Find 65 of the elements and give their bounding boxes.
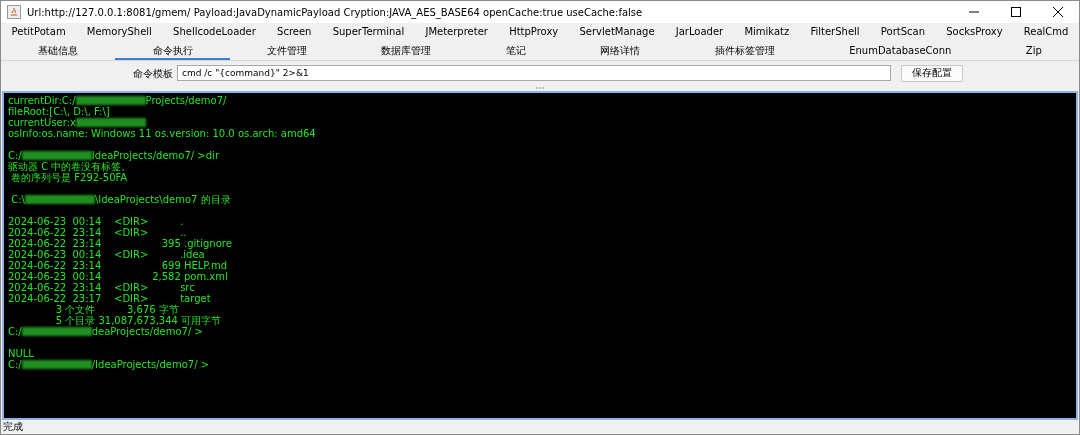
terminal-text: 2024-06-23 00:14 <DIR> .idea bbox=[8, 249, 205, 260]
tab[interactable]: Screen bbox=[266, 23, 323, 42]
terminal-text: C:/ bbox=[8, 359, 22, 370]
tab[interactable]: 命令执行 bbox=[115, 42, 230, 60]
redaction-blur bbox=[75, 96, 146, 105]
tab[interactable]: Zip bbox=[988, 42, 1079, 60]
tab[interactable]: ServletManage bbox=[568, 23, 666, 42]
tab[interactable]: 文件管理 bbox=[229, 42, 345, 60]
terminal-text: C:\ bbox=[10, 194, 25, 205]
template-field[interactable]: cmd /c "{command}" 2>&1 bbox=[177, 65, 891, 81]
tab[interactable]: 插件标签管理 bbox=[677, 42, 812, 60]
terminal-text: 2024-06-23 00:14 <DIR> . bbox=[8, 216, 184, 227]
window-title: Url:http://127.0.0.1:8081/gmem/ Payload:JavaDynamicPayload Cryption:JAVA_AES_BASE64 openCache:true useCache:false bbox=[27, 5, 643, 20]
terminal-text: 卷的序列号是 F292-50FA bbox=[10, 172, 128, 183]
tab[interactable]: FilterShell bbox=[799, 23, 871, 42]
terminal-text: 2024-06-22 23:14 <DIR> src bbox=[8, 282, 195, 293]
tab[interactable]: HttpProxy bbox=[498, 23, 569, 42]
terminal-text: 5 个目录 31,087,673,344 可用字节 bbox=[54, 315, 222, 326]
template-label: 命令模板 bbox=[132, 66, 173, 81]
tab[interactable]: SocksProxy bbox=[935, 23, 1014, 42]
status-text: 完成 bbox=[2, 420, 24, 434]
terminal-text: 2024-06-22 23:14 395 .gitignore bbox=[8, 238, 232, 249]
tab[interactable]: Mimikatz bbox=[733, 23, 800, 42]
save-config-button[interactable]: 保存配置 bbox=[901, 64, 963, 82]
terminal-text: currentDir:C:/ bbox=[8, 95, 76, 106]
tab[interactable]: MemoryShell bbox=[76, 23, 163, 42]
redaction-blur bbox=[24, 195, 95, 204]
tab[interactable]: ShellcodeLoader bbox=[162, 23, 267, 42]
tab[interactable]: JarLoader bbox=[665, 23, 734, 42]
redaction-blur bbox=[21, 360, 92, 369]
terminal-text: 2024-06-22 23:17 <DIR> target bbox=[8, 293, 211, 304]
terminal-text: 2024-06-22 23:14 699 HELP.md bbox=[8, 260, 228, 271]
tab[interactable]: 笔记 bbox=[468, 42, 564, 60]
tab[interactable]: RealCmd bbox=[1013, 23, 1079, 42]
terminal-text: Projects/demo7/ bbox=[145, 95, 227, 106]
terminal-text: C:/ bbox=[8, 326, 22, 337]
terminal-text: currentUser:x bbox=[8, 117, 76, 128]
tab[interactable]: EnumDatabaseConn bbox=[811, 42, 989, 60]
java-app-icon bbox=[7, 5, 21, 19]
terminal-text: NULL bbox=[8, 348, 34, 359]
tab[interactable]: SuperTerminal bbox=[322, 23, 415, 42]
tab[interactable]: PetitPotam bbox=[1, 23, 77, 42]
terminal-text: \IdeaProjects\demo7 的目录 bbox=[94, 194, 231, 205]
terminal-text: 3 个文件 3,676 字节 bbox=[54, 304, 179, 315]
terminal-text: 驱动器 C 中的卷没有标签。 bbox=[8, 161, 132, 172]
terminal-text: C:/ bbox=[8, 150, 22, 161]
maximize-icon bbox=[1011, 7, 1021, 17]
redaction-blur bbox=[21, 327, 92, 336]
tab[interactable]: PortScan bbox=[870, 23, 936, 42]
tab[interactable]: JMeterpreter bbox=[414, 23, 499, 42]
terminal-panel[interactable] bbox=[2, 91, 1078, 420]
tab[interactable]: 网络详情 bbox=[563, 42, 678, 60]
terminal-text: IdeaProjects/demo7/ >dir bbox=[91, 150, 219, 161]
redaction-blur bbox=[21, 151, 92, 160]
terminal-text: 2024-06-22 23:14 <DIR> .. bbox=[8, 227, 187, 238]
terminal-text: 2024-06-23 00:14 2,582 pom.xml bbox=[8, 271, 228, 282]
terminal-text: fileRoot:[C:\, D:\, F:\] bbox=[8, 106, 110, 117]
close-icon bbox=[1053, 7, 1063, 17]
terminal-text: /IdeaProjects/demo7/ > bbox=[91, 359, 210, 370]
tab[interactable]: 基础信息 bbox=[1, 42, 116, 60]
terminal-text: osInfo:os.name: Windows 11 os.version: 10.0 os.arch: amd64 bbox=[8, 128, 316, 139]
tab[interactable]: 数据库管理 bbox=[344, 42, 469, 60]
redaction-blur bbox=[76, 118, 146, 127]
splitter-handle-icon[interactable] bbox=[536, 87, 544, 89]
terminal-text: deaProjects/demo7/ > bbox=[91, 326, 203, 337]
